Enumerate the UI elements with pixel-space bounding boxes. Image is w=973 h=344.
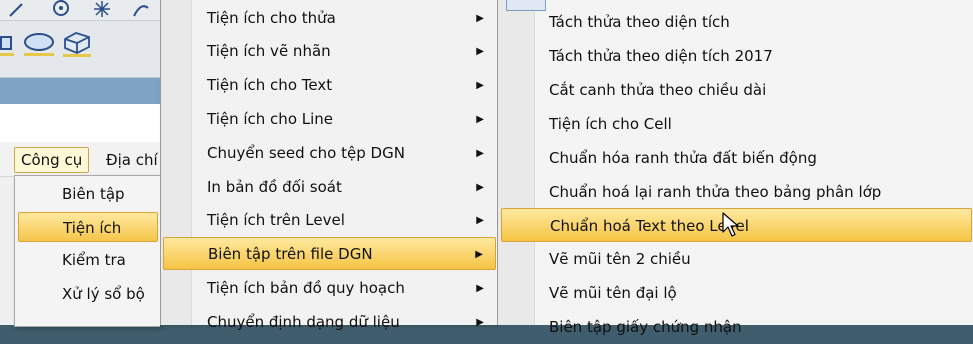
menu-item-bien-tap-dgn[interactable]: Biên tập trên file DGN ▶	[163, 237, 496, 270]
submenu-arrow-icon: ▶	[476, 182, 484, 193]
submenu-arrow-icon: ▶	[476, 215, 484, 226]
menu-item-tien-ich-ve-nhan[interactable]: Tiện ích vẽ nhãn ▶	[163, 35, 496, 68]
title-bar	[0, 78, 160, 104]
menu-label: Công cụ	[21, 151, 83, 169]
menu-item-label: Vẽ mũi tên 2 chiều	[549, 250, 691, 268]
menu-item-label: Cắt canh thửa theo chiều dài	[549, 81, 767, 99]
menu-item-chuyen-dinh-dang[interactable]: Chuyển định dạng dữ liệu ▶	[163, 306, 496, 339]
submenu-arrow-icon: ▶	[476, 13, 484, 24]
menu-label: Địa chí	[106, 151, 158, 169]
toolbar-top	[0, 0, 160, 21]
menu-item-label: Tiện ích vẽ nhãn	[207, 42, 331, 60]
menu-item-chuan-hoa-ranh-phan-lop[interactable]: Chuẩn hoá lại ranh thửa theo bảng phân l…	[501, 175, 972, 209]
menu-item-xu-ly-so-bo[interactable]: Xử lý sổ bộ	[18, 279, 158, 309]
menu-item-label: Tiện ích cho Text	[207, 76, 333, 94]
menu-item-label: Chuẩn hoá lại ranh thửa theo bảng phân l…	[549, 183, 882, 201]
submenu-arrow-icon: ▶	[476, 46, 484, 57]
line-tool-icon[interactable]	[8, 2, 24, 18]
menu-item-label: Tách thửa theo diện tích 2017	[549, 47, 773, 65]
dimension-tool-icon[interactable]	[0, 31, 14, 57]
menu-cong-cu[interactable]: Công cụ	[14, 147, 90, 173]
menu-item-label: Tách thửa theo diện tích	[549, 13, 730, 31]
background-app-window: Công cụ Địa chí Biên tập Tiện ích Kiểm t…	[0, 0, 160, 327]
menu-item-ve-mui-ten-dai-lo[interactable]: Vẽ mũi tên đại lộ	[501, 276, 972, 310]
menu-item-ban-do-quy-hoach[interactable]: Tiện ích bản đồ quy hoạch ▶	[163, 272, 496, 305]
submenu-arrow-icon: ▶	[476, 148, 484, 159]
menu-item-tien-ich-cell[interactable]: Tiện ích cho Cell	[501, 107, 972, 141]
star-point-icon[interactable]	[92, 0, 112, 18]
tools-dropdown: Biên tập Tiện ích Kiểm tra Xử lý sổ bộ	[14, 175, 160, 327]
menu-item-label: Tiện ích	[63, 219, 122, 237]
menu-item-tien-ich-text[interactable]: Tiện ích cho Text ▶	[163, 69, 496, 102]
menu-item-kiem-tra[interactable]: Kiểm tra	[18, 245, 158, 275]
menu-item-label: Kiểm tra	[62, 251, 126, 269]
menu-item-label: Tiện ích cho Line	[207, 110, 334, 128]
menu-item-label: Biên tập trên file DGN	[208, 245, 373, 263]
arc-tool-icon[interactable]	[132, 2, 150, 18]
menu-item-label: Chuyển định dạng dữ liệu	[207, 313, 400, 331]
menu-item-tach-thua[interactable]: Tách thửa theo diện tích	[501, 5, 972, 39]
menu-item-label: Tiện ích bản đồ quy hoạch	[207, 279, 405, 297]
dgn-edit-submenu: Tách thửa theo diện tích Tách thửa theo …	[497, 0, 973, 336]
submenu-arrow-icon: ▶	[476, 283, 484, 294]
toolbar-shapes	[0, 21, 160, 78]
menu-item-label: Chuẩn hoá Text theo Level	[550, 217, 749, 235]
menu-item-label: Tiện ích cho thửa	[207, 9, 336, 27]
menu-item-bien-tap[interactable]: Biên tập	[18, 179, 158, 209]
submenu-arrow-icon: ▶	[476, 317, 484, 328]
menu-item-label: Tiện ích cho Cell	[549, 115, 672, 133]
menu-item-in-ban-do[interactable]: In bản đồ đối soát ▶	[163, 171, 496, 204]
utilities-submenu: Tiện ích cho thửa ▶ Tiện ích vẽ nhãn ▶ T…	[160, 0, 499, 331]
menu-item-label: Tiện ích trên Level	[207, 211, 345, 229]
circle-tool-icon[interactable]	[50, 0, 72, 18]
submenu-arrow-icon: ▶	[476, 114, 484, 125]
menu-item-chuyen-seed[interactable]: Chuyển seed cho tệp DGN ▶	[163, 137, 496, 170]
main-menubar: Công cụ Địa chí	[0, 142, 160, 177]
menu-item-tien-ich-level[interactable]: Tiện ích trên Level ▶	[163, 204, 496, 237]
window-pane	[0, 104, 160, 142]
menu-item-label: Vẽ mũi tên đại lộ	[549, 284, 677, 302]
menu-item-tach-thua-2017[interactable]: Tách thửa theo diện tích 2017	[501, 39, 972, 73]
menu-item-chuan-hoa-ranh-bien-dong[interactable]: Chuẩn hóa ranh thửa đất biến động	[501, 141, 972, 175]
menu-item-label: Biên tập giấy chứng nhận	[549, 318, 742, 336]
menu-item-label: Xử lý sổ bộ	[62, 285, 145, 303]
mouse-pointer-icon	[722, 212, 739, 237]
submenu-arrow-icon: ▶	[476, 80, 484, 91]
menu-item-tien-ich-thua[interactable]: Tiện ích cho thửa ▶	[163, 2, 496, 35]
menu-item-label: In bản đồ đối soát	[207, 178, 342, 196]
box-3d-tool-icon[interactable]	[60, 29, 94, 57]
menu-item-tien-ich-line[interactable]: Tiện ích cho Line ▶	[163, 103, 496, 136]
menu-item-cat-canh-thua[interactable]: Cắt canh thửa theo chiều dài	[501, 73, 972, 107]
ellipse-tool-icon[interactable]	[22, 31, 56, 57]
menu-item-tien-ich[interactable]: Tiện ích	[18, 212, 158, 242]
menu-item-label: Chuyển seed cho tệp DGN	[207, 144, 405, 162]
menu-item-label: Biên tập	[62, 185, 125, 203]
menu-item-label: Chuẩn hóa ranh thửa đất biến động	[549, 149, 817, 167]
submenu-arrow-icon: ▶	[475, 249, 483, 260]
menu-dia-chinh[interactable]: Địa chí	[100, 148, 164, 172]
menu-item-bien-tap-gcn[interactable]: Biên tập giấy chứng nhận	[501, 310, 972, 344]
menu-item-ve-mui-ten-2-chieu[interactable]: Vẽ mũi tên 2 chiều	[501, 242, 972, 276]
